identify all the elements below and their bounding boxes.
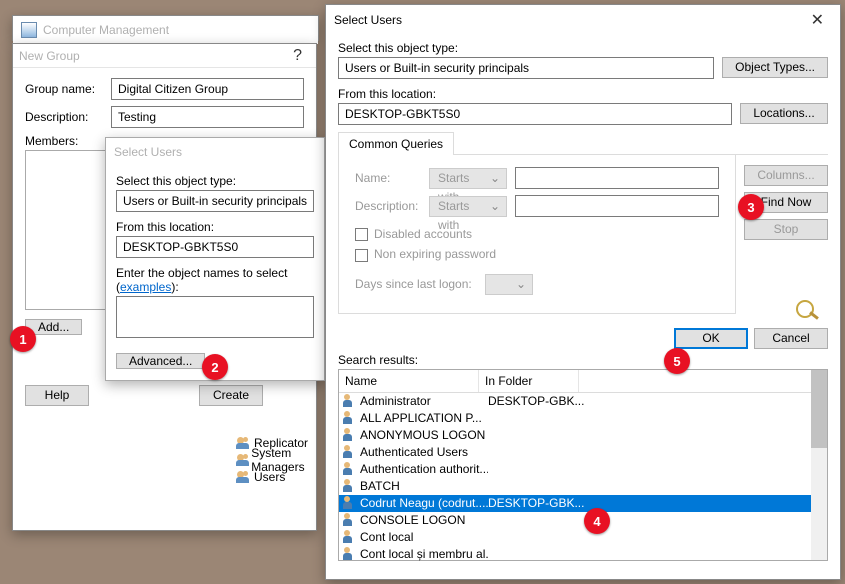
groupname-input[interactable]: [111, 78, 304, 100]
select-users-large-window: Select Users ✕ Select this object type: …: [325, 4, 841, 580]
mgmt-title: Computer Management: [43, 23, 169, 37]
magnifier-icon: [796, 300, 828, 322]
ok-button[interactable]: OK: [674, 328, 748, 349]
user-icon: [343, 428, 358, 442]
result-row[interactable]: ANONYMOUS LOGON: [339, 427, 827, 444]
name-filter-input[interactable]: [515, 167, 719, 189]
annotation-badge-4: 4: [584, 508, 610, 534]
select-users-title: Select Users: [334, 13, 402, 27]
name-match-select[interactable]: Starts with: [429, 168, 507, 189]
result-row[interactable]: Cont local: [339, 529, 827, 546]
scrollbar[interactable]: [811, 370, 827, 560]
mgmt-icon: [21, 22, 37, 38]
locations-button[interactable]: Locations...: [740, 103, 828, 124]
result-name: Authenticated Users: [360, 445, 488, 459]
result-name: Cont local și membru al...: [360, 547, 488, 561]
desc-filter-input[interactable]: [515, 195, 719, 217]
objtype-input[interactable]: [116, 190, 314, 212]
groups-tree: Replicator System Managers Users: [231, 434, 331, 485]
user-icon: [343, 530, 358, 544]
result-row[interactable]: Authentication authorit...: [339, 461, 827, 478]
col-folder[interactable]: In Folder: [479, 370, 579, 392]
result-row[interactable]: CONSOLE LOGON: [339, 512, 827, 529]
result-row[interactable]: AdministratorDESKTOP-GBK...: [339, 393, 827, 410]
location-input[interactable]: [338, 103, 732, 125]
tree-item[interactable]: System Managers: [231, 451, 331, 468]
object-names-input[interactable]: [116, 296, 314, 338]
user-icon: [343, 411, 358, 425]
annotation-badge-1: 1: [10, 326, 36, 352]
stop-button[interactable]: Stop: [744, 219, 828, 240]
object-types-button[interactable]: Object Types...: [722, 57, 828, 78]
annotation-badge-3: 3: [738, 194, 764, 220]
user-icon: [343, 513, 358, 527]
result-row[interactable]: ALL APPLICATION P...: [339, 410, 827, 427]
objtype-input[interactable]: [338, 57, 714, 79]
description-label: Description:: [25, 110, 111, 124]
annotation-badge-5: 5: [664, 348, 690, 374]
user-icon: [343, 445, 358, 459]
result-name: Codrut Neagu (codrut....: [360, 496, 488, 510]
objtype-label: Select this object type:: [338, 41, 828, 55]
members-label: Members:: [25, 134, 78, 148]
tab-common-queries[interactable]: Common Queries: [338, 132, 454, 155]
advanced-button[interactable]: Advanced...: [116, 353, 205, 369]
select-users-small-title: Select Users: [114, 145, 182, 159]
annotation-badge-2: 2: [202, 354, 228, 380]
location-label: From this location:: [116, 220, 314, 234]
result-row[interactable]: Codrut Neagu (codrut....DESKTOP-GBK...: [339, 495, 827, 512]
result-name: ANONYMOUS LOGON: [360, 428, 488, 442]
result-name: BATCH: [360, 479, 488, 493]
location-input[interactable]: [116, 236, 314, 258]
group-icon: [235, 453, 248, 467]
result-name: Cont local: [360, 530, 488, 544]
nonexp-checkbox[interactable]: [355, 249, 368, 262]
disabled-checkbox[interactable]: [355, 228, 368, 241]
days-select[interactable]: [485, 274, 533, 295]
user-icon: [343, 479, 358, 493]
col-name[interactable]: Name: [339, 370, 479, 392]
location-label: From this location:: [338, 87, 828, 101]
help-button[interactable]: Help: [25, 385, 89, 406]
user-icon: [343, 462, 358, 476]
help-icon[interactable]: ?: [285, 47, 310, 65]
user-icon: [343, 547, 358, 561]
days-label: Days since last logon:: [355, 277, 485, 291]
result-row[interactable]: BATCH: [339, 478, 827, 495]
user-icon: [343, 496, 358, 510]
computer-management-window: Computer Management: [12, 15, 319, 41]
select-users-small-window: Select Users Select this object type: Fr…: [105, 137, 325, 381]
result-row[interactable]: Cont local și membru al...: [339, 546, 827, 563]
result-name: Administrator: [360, 394, 488, 408]
group-icon: [235, 470, 251, 484]
result-row[interactable]: Authenticated Users: [339, 444, 827, 461]
result-name: CONSOLE LOGON: [360, 513, 488, 527]
examples-link[interactable]: examples: [120, 280, 171, 294]
result-folder: DESKTOP-GBK...: [488, 394, 588, 408]
close-icon[interactable]: ✕: [803, 10, 832, 30]
results-label: Search results:: [338, 353, 828, 367]
desc-match-select[interactable]: Starts with: [429, 196, 507, 217]
group-icon: [235, 436, 251, 450]
groupname-label: Group name:: [25, 82, 111, 96]
columns-button[interactable]: Columns...: [744, 165, 828, 186]
create-button[interactable]: Create: [199, 385, 263, 406]
name-label: Name:: [355, 171, 429, 185]
results-list: Name In Folder AdministratorDESKTOP-GBK.…: [338, 369, 828, 561]
desc-label: Description:: [355, 199, 429, 213]
description-input[interactable]: [111, 106, 304, 128]
result-folder: DESKTOP-GBK...: [488, 496, 588, 510]
user-icon: [343, 394, 358, 408]
new-group-title: New Group: [19, 49, 80, 63]
result-name: ALL APPLICATION P...: [360, 411, 488, 425]
result-name: Authentication authorit...: [360, 462, 488, 476]
scroll-thumb[interactable]: [811, 370, 827, 448]
cancel-button[interactable]: Cancel: [754, 328, 828, 349]
objtype-label: Select this object type:: [116, 174, 314, 188]
nonexp-label: Non expiring password: [374, 247, 496, 261]
